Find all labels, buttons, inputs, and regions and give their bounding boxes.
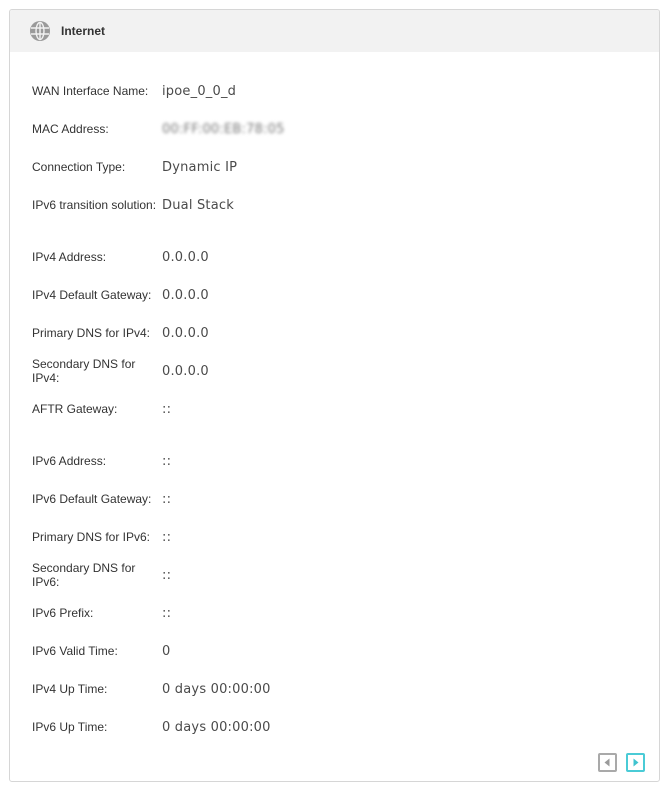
row-primary-dns-ipv4: Primary DNS for IPv4: 0.0.0.0 [32,318,632,348]
row-label: IPv4 Address: [32,250,107,264]
row-ipv4-address: IPv4 Address: 0.0.0.0 [32,242,632,272]
row-value: 0 days 00:00:00 [162,681,271,697]
row-primary-dns-ipv6: Primary DNS for IPv6: :: [32,522,632,552]
row-label: Primary DNS for IPv4: [32,326,151,340]
row-ipv4-default-gateway: IPv4 Default Gateway: 0.0.0.0 [32,280,632,310]
row-ipv6-address: IPv6 Address: :: [32,446,632,476]
row-value: 0 days 00:00:00 [162,719,271,735]
row-label: IPv4 Default Gateway: [32,288,152,302]
internet-panel: Internet WAN Interface Name: ipoe_0_0_d … [9,9,660,782]
row-mac-address: MAC Address: 00:FF:00:EB:78:05 [32,114,632,144]
row-label: IPv6 Up Time: [32,720,108,734]
globe-icon [29,20,51,42]
row-value: :: [162,401,172,417]
row-value: 0.0.0.0 [162,287,209,303]
row-value: 0.0.0.0 [162,325,209,341]
row-value: :: [162,529,172,545]
row-value: :: [162,453,172,469]
row-value: :: [162,491,172,507]
row-label: IPv6 transition solution: [32,198,157,212]
row-label: IPv6 Valid Time: [32,644,118,658]
row-label: AFTR Gateway: [32,402,118,416]
row-label: IPv4 Up Time: [32,682,108,696]
row-secondary-dns-ipv6: Secondary DNS for IPv6: :: [32,560,632,590]
next-page-button[interactable] [626,753,645,772]
row-ipv4-up-time: IPv4 Up Time: 0 days 00:00:00 [32,674,632,704]
row-value: 0 [162,643,171,659]
row-value: 00:FF:00:EB:78:05 [162,121,285,137]
previous-page-button[interactable] [598,753,617,772]
row-value: :: [162,567,172,583]
row-value: ipoe_0_0_d [162,83,237,99]
row-value: Dual Stack [162,197,234,213]
row-label: Secondary DNS for IPv6: [32,561,136,589]
row-label: Connection Type: [32,160,126,174]
row-ipv6-prefix: IPv6 Prefix: :: [32,598,632,628]
row-ipv6-up-time: IPv6 Up Time: 0 days 00:00:00 [32,712,632,742]
chevron-left-icon [604,758,610,767]
row-label: IPv6 Default Gateway: [32,492,152,506]
row-label: IPv6 Address: [32,454,107,468]
row-ipv6-valid-time: IPv6 Valid Time: 0 [32,636,632,666]
panel-title: Internet [61,24,106,38]
row-secondary-dns-ipv4: Secondary DNS for IPv4: 0.0.0.0 [32,356,632,386]
row-label: MAC Address: [32,122,109,136]
row-wan-interface-name: WAN Interface Name: ipoe_0_0_d [32,76,632,106]
pagination [598,753,645,772]
row-value: :: [162,605,172,621]
row-ipv6-default-gateway: IPv6 Default Gateway: :: [32,484,632,514]
row-value: 0.0.0.0 [162,249,209,265]
row-label: Primary DNS for IPv6: [32,530,151,544]
row-label: WAN Interface Name: [32,84,149,98]
row-aftr-gateway: AFTR Gateway: :: [32,394,632,424]
panel-header: Internet [10,10,659,52]
row-ipv6-transition-solution: IPv6 transition solution: Dual Stack [32,190,632,220]
row-value: 0.0.0.0 [162,363,209,379]
row-label: IPv6 Prefix: [32,606,94,620]
row-value: Dynamic IP [162,159,238,175]
row-connection-type: Connection Type: Dynamic IP [32,152,632,182]
row-label: Secondary DNS for IPv4: [32,357,136,385]
chevron-right-icon [633,758,639,767]
